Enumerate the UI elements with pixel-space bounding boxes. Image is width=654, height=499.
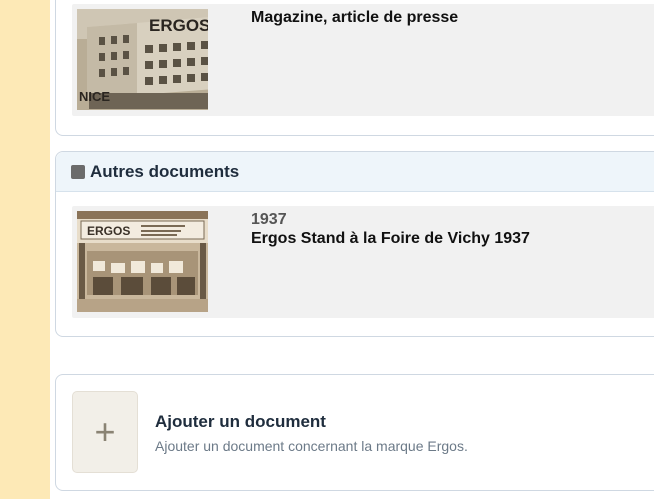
add-document-button[interactable]: + <box>72 391 138 473</box>
magazine-photo: ERGOS NICE <box>77 9 208 110</box>
document-text-magazine: Magazine, article de presse <box>251 8 458 28</box>
add-document-description: Ajouter un document concernant la marque… <box>155 438 468 454</box>
document-row-vichy[interactable]: ERGOS 1937 Ergos Stand à la Foire de Vic… <box>72 206 654 318</box>
panel-header: Autres documents <box>56 152 654 192</box>
stand-photo: ERGOS <box>77 211 208 312</box>
thumbnail-sign-text: ERGOS <box>149 16 208 35</box>
document-year: 1937 <box>251 211 287 228</box>
document-row-magazine[interactable]: ERGOS NICE Magazine, article de presse <box>72 4 654 116</box>
document-title[interactable]: Magazine, article de presse <box>251 8 458 28</box>
thumbnail-city-text: NICE <box>79 89 110 104</box>
other-documents-panel: Autres documents ERGOS 1937 Ergos Stand … <box>55 151 654 337</box>
document-text-vichy: 1937 Ergos Stand à la Foire de Vichy 193… <box>251 210 530 249</box>
document-thumbnail-vichy[interactable]: ERGOS <box>77 211 208 312</box>
left-sidebar-strip <box>0 0 50 499</box>
add-document-title[interactable]: Ajouter un document <box>155 412 326 432</box>
square-icon <box>71 164 85 179</box>
document-title[interactable]: Ergos Stand à la Foire de Vichy 1937 <box>251 229 530 249</box>
add-document-card[interactable]: + Ajouter un document Ajouter un documen… <box>55 374 654 491</box>
plus-icon: + <box>94 411 116 452</box>
thumbnail-sign-text: ERGOS <box>87 224 130 238</box>
panel-title: Autres documents <box>90 161 240 181</box>
previous-documents-panel: ERGOS NICE Magazine, article de presse <box>55 0 654 136</box>
document-thumbnail-magazine[interactable]: ERGOS NICE <box>77 9 208 110</box>
